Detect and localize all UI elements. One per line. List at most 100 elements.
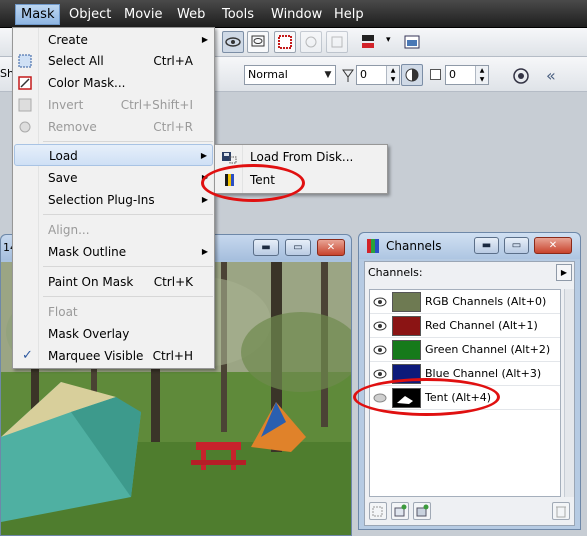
eye-icon[interactable]	[373, 368, 387, 380]
menu-item-mask-outline[interactable]: Mask Outline ▶	[14, 241, 213, 263]
menu-item-label: Color Mask...	[48, 76, 126, 90]
menu-item-label: Marquee Visible	[48, 349, 144, 363]
list-item[interactable]: RGB Channels (Alt+0)	[370, 290, 560, 314]
mask-menu: Create ▶ Select All Ctrl+A Color Mask...…	[12, 27, 215, 369]
checkmark-icon: ✓	[22, 348, 33, 363]
image-icon[interactable]	[402, 32, 422, 52]
menu-item-invert[interactable]: Invert Ctrl+Shift+I	[14, 94, 213, 116]
channels-close-button[interactable]: ✕	[534, 237, 572, 254]
menu-item-float[interactable]: Float	[14, 301, 213, 323]
menu-help[interactable]: Help	[329, 5, 369, 24]
marquee-button[interactable]	[274, 31, 296, 53]
marquee-icon	[278, 35, 292, 49]
channels-options-button[interactable]: ▶	[556, 264, 572, 281]
menu-item-align[interactable]: Align...	[14, 219, 213, 241]
channels-scrollbar[interactable]	[564, 289, 574, 497]
mask-view-icon	[251, 35, 265, 47]
menu-item-select-all[interactable]: Select All Ctrl+A	[14, 50, 213, 72]
transparency-spinner[interactable]: 0 ▲ ▼	[356, 65, 400, 85]
menu-item-load[interactable]: Load ▶	[14, 144, 213, 166]
menu-movie[interactable]: Movie	[119, 5, 167, 24]
minimize-button[interactable]: ▬	[253, 239, 279, 256]
mask-view-button[interactable]	[247, 31, 269, 53]
menu-item-label: Load	[49, 149, 78, 163]
menu-item-label: Invert	[48, 98, 84, 112]
channels-header-label: Channels:	[368, 266, 423, 279]
channel-thumbnail	[392, 316, 421, 336]
channel-thumbnail	[392, 292, 421, 312]
menu-mask[interactable]: Mask	[15, 4, 61, 25]
transparency-icon	[341, 68, 355, 84]
chevron-down-icon[interactable]: ▾	[386, 35, 391, 45]
menu-item-label: Selection Plug-Ins	[48, 193, 155, 207]
menu-item-selection-plug-ins[interactable]: Selection Plug-Ins ▶	[14, 189, 213, 211]
submenu-arrow-icon: ▶	[200, 151, 207, 160]
spin-up-icon[interactable]: ▲	[386, 66, 399, 75]
menu-item-marquee-visible[interactable]: ✓ Marquee Visible Ctrl+H	[14, 345, 213, 367]
chevron-down-icon: ▼	[324, 70, 332, 80]
annotation-ellipse-tent-menu	[201, 164, 305, 202]
antialias-icon[interactable]	[510, 65, 532, 87]
maximize-button[interactable]: ▭	[285, 239, 311, 256]
list-item[interactable]: Red Channel (Alt+1)	[370, 314, 560, 338]
menu-item-shortcut: Ctrl+K	[153, 275, 193, 289]
merge-mode-value: Normal	[248, 68, 288, 81]
menu-separator	[43, 266, 213, 267]
menu-item-remove[interactable]: Remove Ctrl+R	[14, 116, 213, 138]
menu-item-color-mask[interactable]: Color Mask...	[14, 72, 213, 94]
menu-web[interactable]: Web	[172, 5, 210, 24]
menu-item-label: Create	[48, 33, 88, 47]
channels-titlebar[interactable]: Channels ▬ ▭ ✕	[359, 233, 580, 259]
menu-item-label: Save	[48, 171, 78, 185]
load-from-disk-icon	[222, 152, 237, 164]
menu-item-shortcut: Ctrl+Shift+I	[120, 98, 193, 112]
list-item[interactable]: Green Channel (Alt+2)	[370, 338, 560, 362]
menu-tools[interactable]: Tools	[217, 5, 259, 24]
save-channel-button[interactable]	[413, 502, 431, 520]
spin-up-icon[interactable]: ▲	[475, 66, 488, 75]
save-channel-icon	[416, 504, 429, 517]
merge-mode-select[interactable]: Normal ▼	[244, 65, 336, 85]
submenu-arrow-icon: ▶	[201, 35, 208, 44]
menu-object[interactable]: Object	[64, 5, 116, 24]
feather-spinner[interactable]: 0 ▲ ▼	[445, 65, 489, 85]
spin-down-icon[interactable]: ▼	[386, 75, 399, 84]
disabled-tool-button[interactable]	[300, 31, 322, 53]
channels-maximize-button[interactable]: ▭	[504, 237, 529, 254]
menu-item-paint-on-mask[interactable]: Paint On Mask Ctrl+K	[14, 271, 213, 293]
eye-icon[interactable]	[373, 296, 387, 308]
collapse-chevron-icon[interactable]: «	[546, 66, 556, 85]
channels-minimize-button[interactable]: ▬	[474, 237, 499, 254]
spin-down-icon[interactable]: ▼	[475, 75, 488, 84]
duplicate-channel-button[interactable]	[391, 502, 409, 520]
annotation-ellipse-tent-channel	[353, 378, 500, 416]
close-button[interactable]: ✕	[317, 239, 345, 256]
disabled-tool-button-2[interactable]	[326, 31, 348, 53]
eye-icon[interactable]	[373, 320, 387, 332]
menu-separator	[43, 141, 213, 142]
color-fill-icon[interactable]	[360, 32, 378, 52]
new-channel-button[interactable]	[369, 502, 387, 520]
menu-item-label: Paint On Mask	[48, 275, 134, 289]
menu-item-shortcut: Ctrl+H	[152, 349, 193, 363]
menu-item-shortcut: Ctrl+R	[153, 120, 193, 134]
duplicate-channel-icon	[394, 504, 407, 517]
eye-icon[interactable]	[373, 344, 387, 356]
delete-channel-button[interactable]	[552, 502, 570, 520]
invert-transparency-button[interactable]	[401, 64, 423, 86]
channel-thumbnail	[392, 340, 421, 360]
view-eye-button[interactable]	[222, 31, 244, 53]
menu-item-label: Remove	[48, 120, 97, 134]
trash-icon	[556, 506, 566, 518]
channel-label: Green Channel (Alt+2)	[425, 343, 551, 356]
menu-item-mask-overlay[interactable]: Mask Overlay	[14, 323, 213, 345]
menu-item-save[interactable]: Save ▶	[14, 167, 213, 189]
menu-item-label: Align...	[48, 223, 90, 237]
menu-window[interactable]: Window	[266, 5, 327, 24]
channels-title: Channels	[386, 239, 442, 253]
grid-icon	[331, 36, 343, 48]
menu-item-create[interactable]: Create ▶	[14, 29, 213, 51]
menu-item-label: Mask Overlay	[48, 327, 130, 341]
menu-bar: Mask Object Movie Web Tools Window Help	[0, 0, 587, 28]
select-all-icon	[18, 54, 32, 68]
